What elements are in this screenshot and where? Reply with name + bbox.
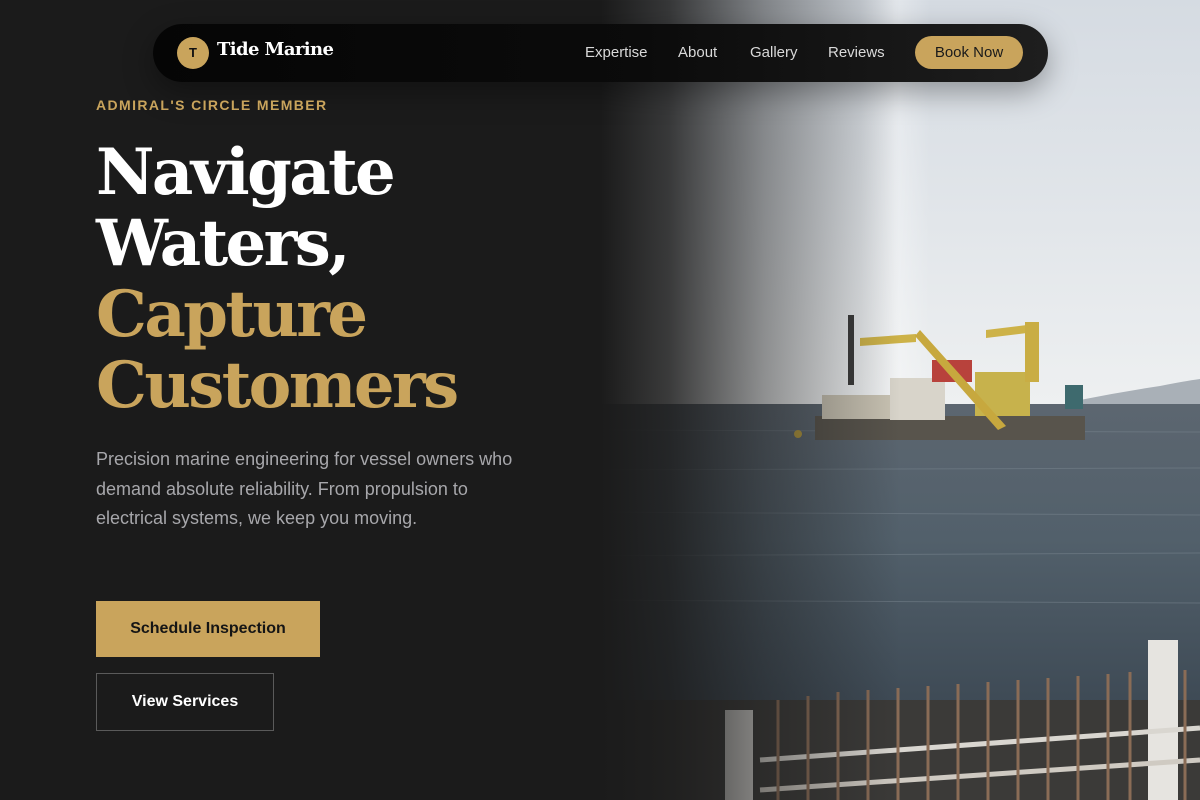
membership-eyebrow: ADMIRAL'S CIRCLE MEMBER [96,97,328,113]
book-now-button[interactable]: Book Now [915,36,1023,69]
schedule-inspection-button[interactable]: Schedule Inspection [96,601,320,657]
hero-image-fade-overlay [560,0,900,800]
headline-line-1: Navigate [96,135,396,210]
headline-line-2: Waters, [96,206,351,281]
headline-line-3: Capture [96,277,368,352]
logo-badge-icon[interactable]: T [177,37,209,69]
view-services-button[interactable]: View Services [96,673,274,731]
top-navigation: T Tide Marine Expertise About Gallery Re… [153,24,1048,82]
headline-line-4: Customers [96,348,459,423]
nav-link-expertise[interactable]: Expertise [585,44,648,61]
brand-name[interactable]: Tide Marine [217,39,334,60]
nav-link-about[interactable]: About [678,44,717,61]
nav-link-gallery[interactable]: Gallery [750,44,798,61]
nav-link-reviews[interactable]: Reviews [828,44,885,61]
hero-description: Precision marine engineering for vessel … [96,449,513,528]
hero-headline: Navigate Waters, Capture Customers [96,137,596,421]
